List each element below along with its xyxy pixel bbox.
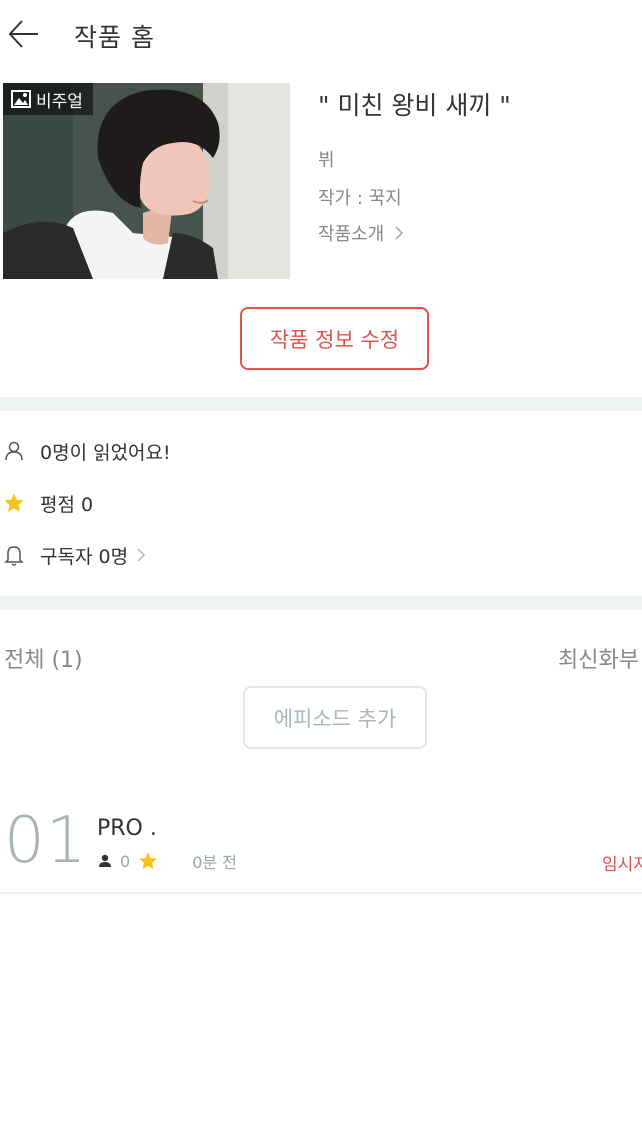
- work-title: " 미친 왕비 새끼 ": [318, 91, 511, 120]
- bell-icon: [4, 546, 24, 566]
- episode-meta: 0 0분 전: [98, 850, 237, 872]
- episode-time: 0분 전: [192, 853, 237, 872]
- work-author: 작가 : 꾹지: [318, 188, 402, 209]
- star-icon: [4, 493, 24, 512]
- section-divider: [0, 596, 642, 610]
- app-header: 작품 홈: [0, 0, 642, 72]
- edit-work-button[interactable]: 작품 정보 수정: [240, 307, 429, 370]
- arrow-left-icon: [8, 20, 38, 48]
- stat-subscribers[interactable]: 구독자 0명: [0, 537, 642, 573]
- section-divider: [0, 397, 642, 411]
- cover-image[interactable]: 비주얼: [3, 83, 290, 279]
- chevron-right-icon: [137, 548, 146, 562]
- stat-rating: 평점 0: [0, 485, 642, 521]
- episode-number: 01: [4, 804, 88, 878]
- episode-views: 0: [120, 851, 131, 871]
- episode-row[interactable]: 01 PRO . 0 0분 전 임시저: [0, 800, 642, 894]
- page-title: 작품 홈: [74, 23, 155, 52]
- episode-status: 임시저: [602, 855, 642, 875]
- readers-count: 0명이 읽었어요!: [40, 441, 171, 464]
- chevron-right-icon: [395, 226, 404, 240]
- rating-value: 평점 0: [40, 493, 94, 516]
- episode-total: 전체 (1): [4, 648, 83, 673]
- work-genre: 뷔: [318, 150, 335, 171]
- star-icon: [139, 852, 157, 870]
- subscribers-count: 구독자 0명: [40, 545, 129, 568]
- stat-readers: 0명이 읽었어요!: [0, 433, 642, 469]
- work-intro-link[interactable]: 작품소개: [318, 220, 638, 246]
- sort-latest-button[interactable]: 최신화부: [558, 642, 639, 674]
- back-button[interactable]: [6, 16, 42, 52]
- work-info: " 미친 왕비 새끼 " 뷔 작가 : 꾹지 작품소개: [318, 86, 638, 246]
- person-filled-icon: [99, 854, 111, 867]
- visual-badge-label: 비주얼: [36, 91, 83, 112]
- work-intro-label: 작품소개: [318, 224, 385, 245]
- episode-title: PRO .: [97, 816, 157, 841]
- person-icon: [5, 441, 23, 461]
- image-icon: [11, 90, 31, 108]
- visual-badge: 비주얼: [3, 83, 93, 115]
- add-episode-button[interactable]: 에피소드 추가: [243, 686, 427, 749]
